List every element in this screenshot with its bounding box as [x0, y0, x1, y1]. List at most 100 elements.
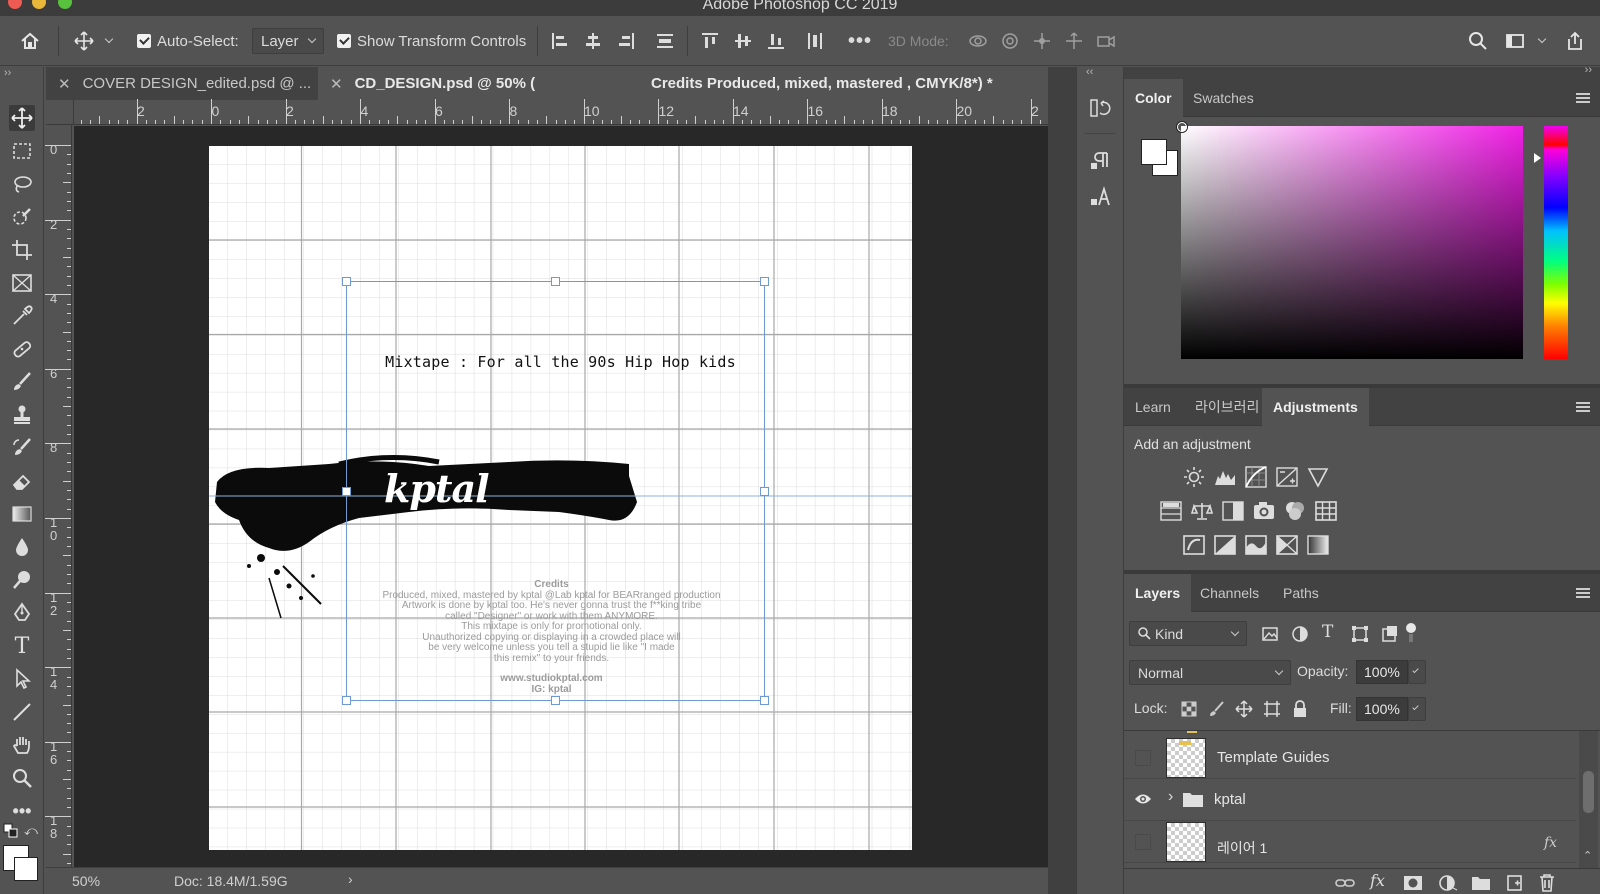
crop-tool[interactable] — [9, 237, 35, 263]
scroll-up-icon[interactable]: ⌃ — [1583, 849, 1592, 862]
expand-panel-icon[interactable]: ›› — [1585, 64, 1592, 76]
foreground-color-swatch[interactable] — [1141, 139, 1167, 165]
chevron-right-icon[interactable]: › — [348, 871, 353, 887]
background-color-swatch[interactable] — [14, 857, 38, 881]
layer-row-layer-1[interactable]: 레이어 1 fx — [1124, 821, 1576, 863]
posterize-icon[interactable] — [1214, 534, 1236, 556]
path-selection-tool[interactable] — [9, 666, 35, 692]
lock-position-icon[interactable] — [1235, 700, 1253, 718]
new-layer-icon[interactable] — [1505, 874, 1525, 892]
frame-tool[interactable] — [9, 270, 35, 296]
document-size-info[interactable]: Doc: 18.4M/1.59G — [174, 873, 288, 889]
delete-layer-icon[interactable] — [1538, 873, 1556, 893]
tab-channels[interactable]: Channels — [1189, 574, 1270, 612]
align-left-icon[interactable] — [550, 31, 570, 51]
clone-stamp-tool[interactable] — [9, 402, 35, 428]
move-tool-preset[interactable] — [74, 16, 114, 66]
transform-bounding-box[interactable] — [342, 277, 769, 705]
filter-type-layers-icon[interactable]: T — [1322, 622, 1333, 642]
layer-row-kptal-group[interactable]: › kptal — [1124, 779, 1576, 821]
search-button[interactable] — [1468, 16, 1488, 66]
workspace-switcher[interactable] — [1505, 16, 1547, 66]
photo-filter-icon[interactable] — [1253, 500, 1275, 522]
layer-name[interactable]: Template Guides — [1217, 749, 1330, 766]
fill-slider-toggle[interactable] — [1408, 697, 1426, 721]
hue-slider-handle[interactable] — [1534, 153, 1541, 163]
document-canvas[interactable]: Mixtape : For all the 90s Hip Hop kids k… — [209, 146, 912, 850]
link-layers-icon[interactable] — [1335, 875, 1355, 891]
transform-handle[interactable] — [342, 277, 351, 286]
eraser-tool[interactable] — [9, 468, 35, 494]
layer-name[interactable]: kptal — [1214, 791, 1246, 808]
show-transform-controls-checkbox[interactable]: Show Transform Controls — [337, 16, 526, 66]
add-layer-mask-icon[interactable] — [1403, 874, 1423, 892]
filter-toggle-switch[interactable] — [1406, 623, 1416, 643]
marquee-tool[interactable] — [9, 138, 35, 164]
type-tool[interactable]: T — [9, 633, 35, 659]
pen-tool[interactable] — [9, 600, 35, 626]
move-tool[interactable] — [9, 105, 35, 131]
fill-field[interactable]: 100% — [1356, 697, 1408, 721]
channel-mixer-icon[interactable] — [1284, 500, 1306, 522]
hue-saturation-icon[interactable] — [1160, 500, 1182, 522]
transform-handle[interactable] — [342, 487, 351, 496]
brush-tool[interactable] — [9, 369, 35, 395]
brightness-contrast-icon[interactable] — [1183, 466, 1205, 488]
panel-menu-icon[interactable] — [1576, 588, 1590, 598]
zoom-tool[interactable] — [9, 765, 35, 791]
quick-selection-tool[interactable] — [9, 204, 35, 230]
blend-mode-dropdown[interactable]: Normal — [1129, 660, 1291, 685]
tab-adjustments[interactable]: Adjustments — [1262, 388, 1369, 426]
opacity-field[interactable]: 100% — [1356, 660, 1408, 684]
tab-libraries[interactable]: 라이브러리 — [1184, 388, 1270, 426]
edit-toolbar-button[interactable]: ••• — [9, 798, 35, 824]
gradient-tool[interactable] — [9, 501, 35, 527]
collapse-panel-icon[interactable]: ‹‹ — [1086, 66, 1093, 78]
hue-slider[interactable] — [1544, 126, 1568, 359]
layer-effects-icon[interactable]: fx — [1544, 835, 1557, 851]
eye-icon[interactable] — [1134, 792, 1152, 806]
transform-handle[interactable] — [342, 696, 351, 705]
layer-filter-kind-dropdown[interactable]: Kind — [1129, 621, 1247, 646]
chevron-right-icon[interactable]: › — [1168, 788, 1173, 806]
vibrance-icon[interactable] — [1307, 466, 1329, 488]
new-adjustment-layer-icon[interactable] — [1438, 874, 1458, 892]
character-panel-button[interactable] — [1089, 185, 1111, 210]
transform-handle[interactable] — [551, 696, 560, 705]
tab-swatches[interactable]: Swatches — [1182, 79, 1265, 117]
horizontal-ruler[interactable]: 2 0 2 4 6 8 10 12 14 16 18 20 2 — [74, 99, 1076, 125]
tab-cover-design[interactable]: ✕ COVER DESIGN_edited.psd @ ... — [46, 67, 316, 100]
align-right-icon[interactable] — [616, 31, 636, 51]
3d-orbit-icon[interactable] — [968, 31, 988, 51]
blur-tool[interactable] — [9, 534, 35, 560]
lock-transparent-pixels-icon[interactable] — [1181, 701, 1197, 717]
lock-all-icon[interactable] — [1292, 700, 1308, 718]
more-options-button[interactable]: ••• — [848, 16, 872, 66]
line-tool[interactable] — [9, 699, 35, 725]
transform-handle[interactable] — [760, 487, 769, 496]
align-bottom-icon[interactable] — [766, 31, 786, 51]
transform-handle[interactable] — [760, 696, 769, 705]
invert-icon[interactable] — [1183, 534, 1205, 556]
threshold-icon[interactable] — [1245, 534, 1267, 556]
history-panel-button[interactable] — [1089, 97, 1111, 122]
default-colors-button[interactable] — [3, 823, 19, 842]
tab-paths[interactable]: Paths — [1272, 574, 1330, 612]
lock-artboard-icon[interactable] — [1263, 700, 1281, 718]
3d-pan-icon[interactable] — [1032, 31, 1052, 51]
auto-select-checkbox[interactable]: Auto-Select: — [137, 16, 239, 66]
color-picker-cursor[interactable] — [1177, 122, 1187, 132]
3d-slide-icon[interactable] — [1064, 31, 1084, 51]
transform-handle[interactable] — [760, 277, 769, 286]
swap-colors-icon[interactable]: ⤺ — [24, 823, 38, 839]
align-top-icon[interactable] — [700, 31, 720, 51]
home-button[interactable] — [20, 16, 40, 66]
tab-color[interactable]: Color — [1124, 79, 1183, 117]
tab-learn[interactable]: Learn — [1124, 388, 1182, 426]
lock-image-pixels-icon[interactable] — [1209, 701, 1225, 717]
tab-cd-design[interactable]: ✕ CD_DESIGN.psd @ 50% ( Credits Produced… — [318, 67, 1076, 100]
healing-brush-tool[interactable] — [9, 336, 35, 362]
dodge-tool[interactable] — [9, 567, 35, 593]
panel-menu-icon[interactable] — [1576, 93, 1590, 103]
filter-smart-objects-icon[interactable] — [1381, 625, 1399, 643]
